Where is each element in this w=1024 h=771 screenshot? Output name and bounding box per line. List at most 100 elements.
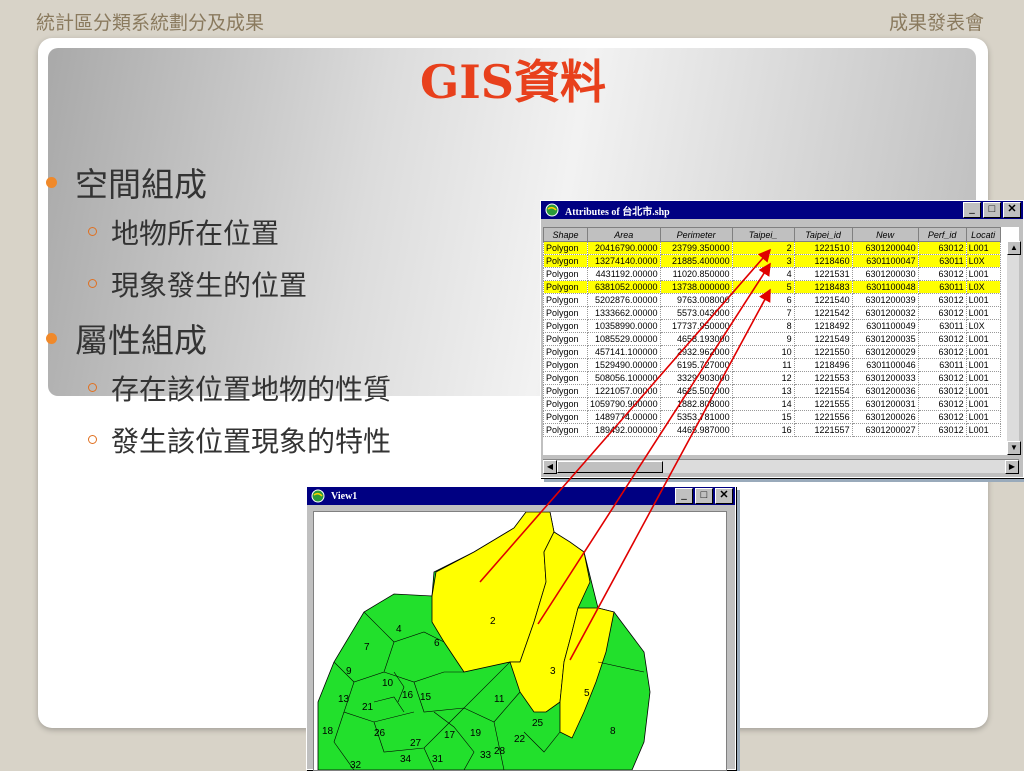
- table-cell[interactable]: 1221556: [793, 410, 853, 424]
- table-cell[interactable]: 16: [731, 423, 795, 437]
- table-row[interactable]: Polygon 5202876.00000 9763.008000 6 1221540 6…: [543, 293, 1001, 307]
- table-cell[interactable]: 63011: [917, 358, 967, 372]
- column-header[interactable]: Perf_id: [917, 227, 967, 242]
- table-cell[interactable]: 1221510: [793, 241, 853, 255]
- table-cell[interactable]: 6301200026: [851, 410, 919, 424]
- table-cell[interactable]: L001: [965, 384, 1001, 398]
- table-row[interactable]: Polygon 457141.100000 2932.962000 10 1221550…: [543, 345, 1001, 359]
- table-cell[interactable]: Polygon: [543, 332, 588, 346]
- table-cell[interactable]: L001: [965, 410, 1001, 424]
- map-canvas[interactable]: 2 3 5 4 6 7 8 9 10 11 13 15 16 17 18 19 21 22 25 26 27 28 31 32…: [313, 511, 727, 771]
- table-cell[interactable]: 6301200029: [851, 345, 919, 359]
- table-cell[interactable]: 5573.043000: [659, 306, 733, 320]
- table-row[interactable]: Polygon 189492.000000 4465.987000 16 1221557…: [543, 423, 1001, 437]
- table-cell[interactable]: 6: [731, 293, 795, 307]
- table-cell[interactable]: 1221549: [793, 332, 853, 346]
- table-cell[interactable]: L001: [965, 358, 1001, 372]
- table-cell[interactable]: 6301200039: [851, 293, 919, 307]
- table-cell[interactable]: L001: [965, 345, 1001, 359]
- scroll-left-icon[interactable]: ◀: [543, 460, 557, 474]
- table-cell[interactable]: 63011: [917, 254, 967, 268]
- table-cell[interactable]: 6301100048: [851, 280, 919, 294]
- table-cell[interactable]: L001: [965, 293, 1001, 307]
- table-cell[interactable]: 1221553: [793, 371, 853, 385]
- table-cell[interactable]: 13738.000000: [659, 280, 733, 294]
- table-cell[interactable]: 457141.100000: [587, 345, 661, 359]
- column-header[interactable]: New: [851, 227, 919, 242]
- table-cell[interactable]: 6301200030: [851, 267, 919, 281]
- table-cell[interactable]: 6301100049: [851, 319, 919, 333]
- table-cell[interactable]: 63012: [917, 293, 967, 307]
- table-cell[interactable]: Polygon: [543, 345, 588, 359]
- table-cell[interactable]: 1221550: [793, 345, 853, 359]
- table-cell[interactable]: Polygon: [543, 319, 588, 333]
- table-row[interactable]: Polygon 1059790.900000 1882.808000 14 122155…: [543, 397, 1001, 411]
- table-cell[interactable]: 12: [731, 371, 795, 385]
- close-button[interactable]: ✕: [1003, 202, 1021, 218]
- table-cell[interactable]: 3: [731, 254, 795, 268]
- column-header[interactable]: Area: [587, 227, 661, 242]
- table-cell[interactable]: 6301100046: [851, 358, 919, 372]
- table-cell[interactable]: 4625.502000: [659, 384, 733, 398]
- table-cell[interactable]: 4465.987000: [659, 423, 733, 437]
- table-cell[interactable]: 20416790.0000: [587, 241, 661, 255]
- table-cell[interactable]: 13: [731, 384, 795, 398]
- scroll-down-icon[interactable]: ▼: [1007, 441, 1021, 455]
- table-cell[interactable]: 1882.808000: [659, 397, 733, 411]
- table-row[interactable]: Polygon 10358990.0000 17737.950000 8 1218492…: [543, 319, 1001, 333]
- table-cell[interactable]: Polygon: [543, 254, 588, 268]
- attributes-titlebar[interactable]: Attributes of 台北市.shp _ □ ✕: [541, 201, 1023, 219]
- table-cell[interactable]: 1529490.00000: [587, 358, 661, 372]
- table-cell[interactable]: 1221555: [793, 397, 853, 411]
- table-cell[interactable]: 6301200032: [851, 306, 919, 320]
- table-cell[interactable]: 11020.850000: [659, 267, 733, 281]
- table-cell[interactable]: 9: [731, 332, 795, 346]
- table-cell[interactable]: 6301200036: [851, 384, 919, 398]
- table-cell[interactable]: L001: [965, 332, 1001, 346]
- table-cell[interactable]: 1221557: [793, 423, 853, 437]
- table-row[interactable]: Polygon 1489774.00000 5353.781000 15 1221556…: [543, 410, 1001, 424]
- table-cell[interactable]: 63012: [917, 306, 967, 320]
- table-cell[interactable]: 6301100047: [851, 254, 919, 268]
- table-cell[interactable]: 13274140.0000: [587, 254, 661, 268]
- table-cell[interactable]: 63011: [917, 280, 967, 294]
- table-cell[interactable]: L001: [965, 267, 1001, 281]
- table-cell[interactable]: 6301200027: [851, 423, 919, 437]
- table-cell[interactable]: 189492.000000: [587, 423, 661, 437]
- table-cell[interactable]: 6301200040: [851, 241, 919, 255]
- table-cell[interactable]: 4431192.00000: [587, 267, 661, 281]
- district-map[interactable]: 2 3 5 4 6 7 8 9 10 11 13 15 16 17 18 19 21 22 25 26 27 28 31 32…: [314, 512, 726, 770]
- table-row[interactable]: Polygon 20416790.0000 23799.350000 2 1221510…: [543, 241, 1001, 255]
- column-header[interactable]: Taipei_: [731, 227, 795, 242]
- table-cell[interactable]: 6381052.00000: [587, 280, 661, 294]
- table-cell[interactable]: L001: [965, 423, 1001, 437]
- table-cell[interactable]: L001: [965, 371, 1001, 385]
- table-cell[interactable]: 1333662.00000: [587, 306, 661, 320]
- table-cell[interactable]: 6195.727000: [659, 358, 733, 372]
- table-cell[interactable]: 63012: [917, 371, 967, 385]
- table-cell[interactable]: L0X: [965, 280, 1001, 294]
- table-cell[interactable]: 1218496: [793, 358, 853, 372]
- table-cell[interactable]: 11: [731, 358, 795, 372]
- horizontal-scrollbar[interactable]: ◀ ▶: [543, 459, 1019, 474]
- table-cell[interactable]: 4658.193000: [659, 332, 733, 346]
- table-cell[interactable]: 21885.400000: [659, 254, 733, 268]
- table-cell[interactable]: 6301200035: [851, 332, 919, 346]
- table-cell[interactable]: Polygon: [543, 280, 588, 294]
- maximize-button[interactable]: □: [695, 488, 713, 504]
- column-header[interactable]: Taipei_id: [793, 227, 853, 242]
- table-row[interactable]: Polygon 1333662.00000 5573.043000 7 1221542 6…: [543, 306, 1001, 320]
- table-cell[interactable]: 63012: [917, 410, 967, 424]
- scroll-up-icon[interactable]: ▲: [1007, 241, 1021, 255]
- table-cell[interactable]: 63012: [917, 423, 967, 437]
- maximize-button[interactable]: □: [983, 202, 1001, 218]
- table-cell[interactable]: 1085529.00000: [587, 332, 661, 346]
- table-cell[interactable]: Polygon: [543, 384, 588, 398]
- table-cell[interactable]: 508056.100000: [587, 371, 661, 385]
- table-row[interactable]: Polygon 508056.100000 3329.903000 12 1221553…: [543, 371, 1001, 385]
- column-header[interactable]: Shape: [543, 227, 588, 242]
- table-cell[interactable]: 2932.962000: [659, 345, 733, 359]
- table-cell[interactable]: 17737.950000: [659, 319, 733, 333]
- table-cell[interactable]: Polygon: [543, 241, 588, 255]
- table-cell[interactable]: 63012: [917, 345, 967, 359]
